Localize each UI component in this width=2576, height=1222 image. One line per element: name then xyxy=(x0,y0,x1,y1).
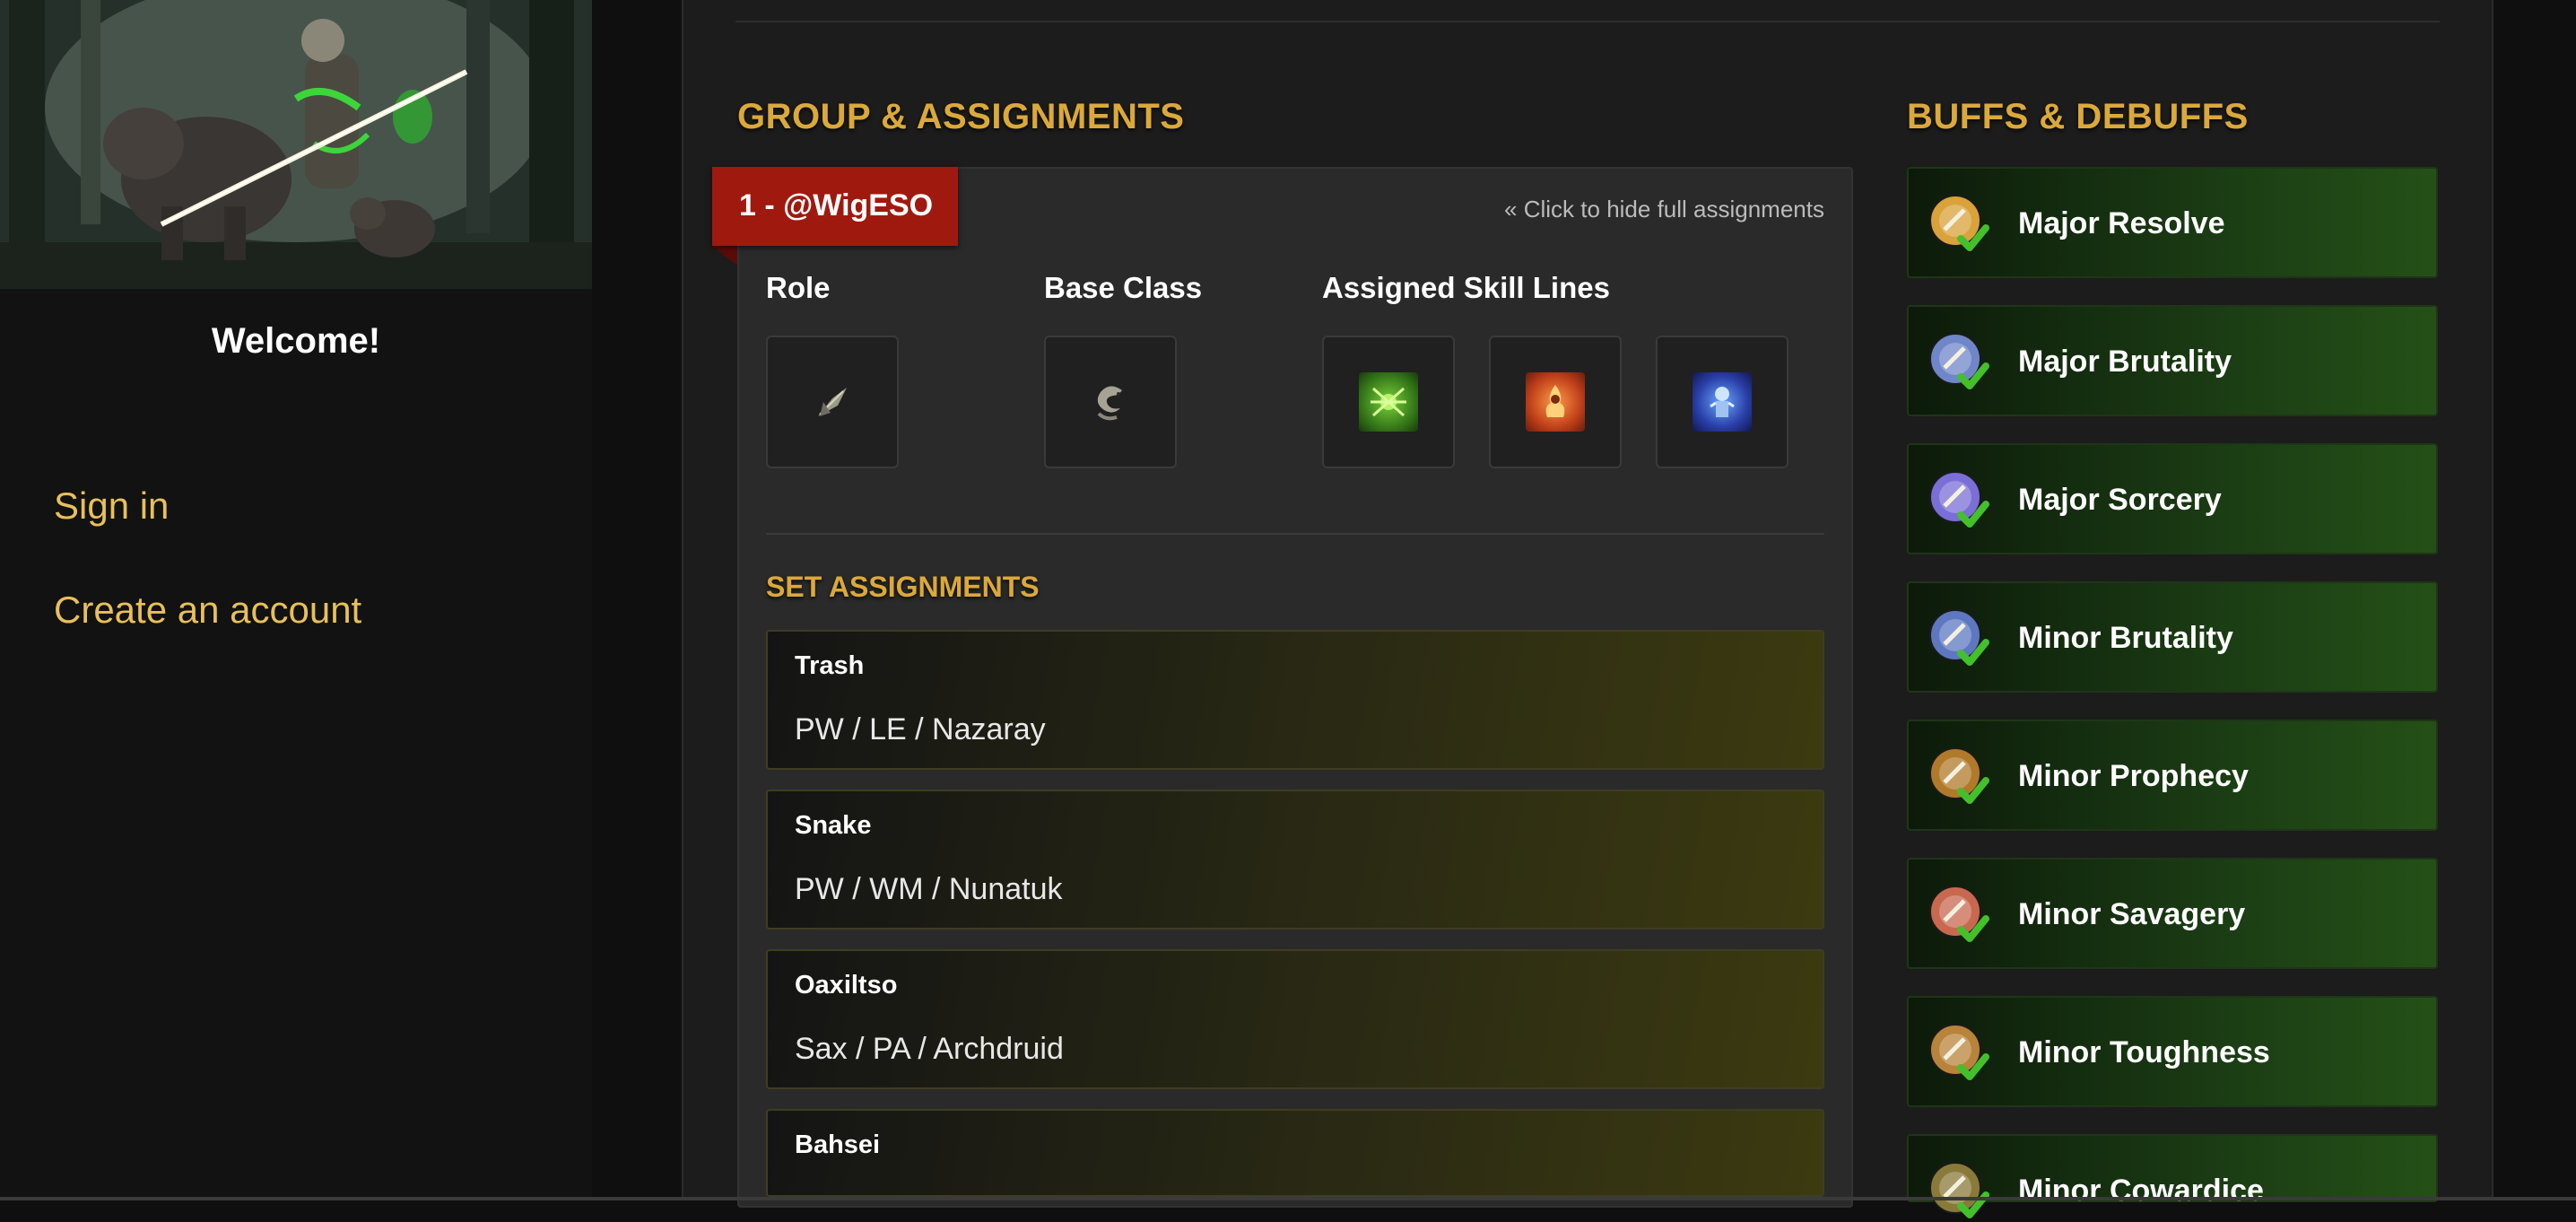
buff-label: Minor Savagery xyxy=(2018,897,2246,931)
toughness-buff-icon xyxy=(1929,1024,1989,1080)
dragon-icon xyxy=(1097,386,1122,421)
axe-buff-icon xyxy=(1929,609,1989,666)
axe-buff-icon xyxy=(1929,333,1989,389)
buff-label: Major Resolve xyxy=(2018,206,2225,240)
set-value: PW / LE / Nazaray xyxy=(795,712,1046,746)
set-card-trash: Trash PW / LE / Nazaray xyxy=(766,630,1824,770)
role-label: Role xyxy=(766,271,831,304)
buffs-debuffs-title: BUFFS & DEBUFFS xyxy=(1907,97,2249,136)
buff-card[interactable]: Minor Savagery xyxy=(1907,858,2438,969)
skill-line-3-box[interactable] xyxy=(1656,336,1788,468)
buff-label: Minor Cowardice xyxy=(2018,1174,2264,1208)
create-account-link[interactable]: Create an account xyxy=(54,589,361,632)
set-card-snake: Snake PW / WM / Nunatuk xyxy=(766,790,1824,930)
sidebar: Welcome! Sign in Create an account xyxy=(0,0,592,1200)
set-name: Bahsei xyxy=(795,1130,881,1159)
hero-artwork xyxy=(0,0,592,289)
top-divider xyxy=(735,21,2440,22)
buff-label: Minor Brutality xyxy=(2018,621,2233,655)
window-bottom-edge xyxy=(0,1197,2576,1200)
savagery-buff-icon xyxy=(1929,886,1989,942)
set-name: Trash xyxy=(795,651,865,680)
frost-skeleton-icon xyxy=(1693,372,1752,432)
buff-card[interactable]: Minor Prophecy xyxy=(1907,720,2438,831)
set-value: PW / WM / Nunatuk xyxy=(795,872,1063,906)
buff-label: Minor Toughness xyxy=(2018,1035,2270,1069)
set-value: Sax / PA / Archdruid xyxy=(795,1032,1064,1066)
cowardice-debuff-icon xyxy=(1929,1162,1989,1218)
buff-label: Major Sorcery xyxy=(2018,483,2222,517)
set-card-oaxiltso: Oaxiltso Sax / PA / Archdruid xyxy=(766,949,1824,1089)
skill-lines-label: Assigned Skill Lines xyxy=(1322,271,1610,304)
player-ribbon: 1 - @WigESO xyxy=(712,167,958,246)
welcome-heading: Welcome! xyxy=(211,321,381,361)
hero-banner-image xyxy=(0,0,592,289)
green-spider-icon xyxy=(1359,372,1418,432)
base-class-icon-box[interactable] xyxy=(1044,336,1177,468)
base-class-label: Base Class xyxy=(1044,271,1203,304)
leaf-shield-icon xyxy=(818,388,847,416)
skill-line-2-box[interactable] xyxy=(1489,336,1622,468)
ribbon-fold xyxy=(712,246,737,266)
buff-card[interactable]: Minor Brutality xyxy=(1907,581,2438,693)
prophecy-buff-icon xyxy=(1929,747,1989,804)
buff-label: Major Brutality xyxy=(2018,345,2232,379)
group-assignments-title: GROUP & ASSIGNMENTS xyxy=(737,97,1185,136)
buff-label: Minor Prophecy xyxy=(2018,759,2249,793)
set-card-bahsei: Bahsei xyxy=(766,1109,1824,1197)
role-icon-box[interactable] xyxy=(766,336,899,468)
shield-buff-icon xyxy=(1929,195,1989,251)
buff-card[interactable]: Minor Toughness xyxy=(1907,996,2438,1107)
assignments-divider xyxy=(766,533,1824,535)
buff-card[interactable]: Minor Cowardice xyxy=(1907,1134,2438,1218)
sign-in-link[interactable]: Sign in xyxy=(54,484,169,528)
set-name: Oaxiltso xyxy=(795,971,898,999)
buff-card[interactable]: Major Sorcery xyxy=(1907,443,2438,554)
sorcery-buff-icon xyxy=(1929,471,1989,528)
set-assignments-title: SET ASSIGNMENTS xyxy=(766,571,1040,603)
set-name: Snake xyxy=(795,811,872,840)
buff-card[interactable]: Major Resolve xyxy=(1907,167,2438,278)
skill-line-1-box[interactable] xyxy=(1322,336,1455,468)
buff-card[interactable]: Major Brutality xyxy=(1907,305,2438,416)
fire-atronach-icon xyxy=(1526,372,1585,432)
hide-assignments-link[interactable]: « Click to hide full assignments xyxy=(1435,196,1824,223)
